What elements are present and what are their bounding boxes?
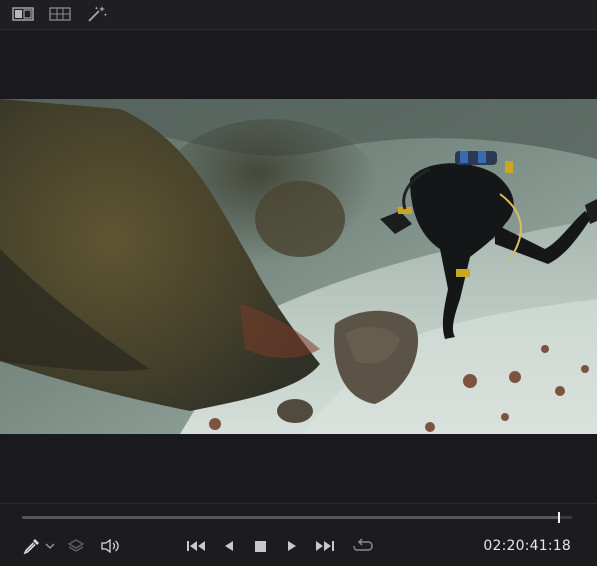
single-viewer-icon — [12, 7, 34, 21]
layers-icon — [67, 539, 85, 552]
magic-wand-icon — [88, 6, 108, 22]
scrubber-progress — [22, 516, 559, 519]
skip-forward-icon — [316, 541, 334, 551]
play-icon — [288, 541, 296, 551]
play-button[interactable] — [283, 537, 301, 555]
timeline-scrubber[interactable] — [22, 512, 572, 523]
go-to-end-button[interactable] — [312, 537, 338, 555]
transport-controls: 02:20:41:18 — [0, 503, 597, 566]
eyedropper-dropdown[interactable] — [44, 537, 56, 555]
speaker-icon — [101, 538, 119, 554]
split-viewer-button[interactable] — [48, 4, 72, 24]
go-to-start-button[interactable] — [184, 537, 208, 555]
magic-wand-button[interactable] — [85, 4, 109, 24]
eyedropper-button[interactable] — [22, 537, 42, 555]
timecode-display: 02:20:41:18 — [483, 538, 571, 554]
stop-button[interactable] — [251, 537, 269, 555]
loop-button[interactable] — [351, 537, 375, 555]
layers-button[interactable] — [66, 537, 86, 555]
volume-button[interactable] — [99, 537, 121, 555]
viewer-toolbar — [0, 0, 597, 30]
split-viewer-icon — [49, 7, 71, 21]
eyedropper-icon — [23, 539, 39, 555]
play-reverse-button[interactable] — [220, 537, 238, 555]
chevron-down-icon — [45, 543, 55, 549]
playhead-handle[interactable] — [557, 512, 560, 523]
underwater-scene-image — [0, 99, 597, 434]
skip-back-icon — [187, 541, 205, 551]
step-back-icon — [225, 541, 233, 551]
stop-icon — [255, 541, 266, 552]
loop-icon — [353, 538, 373, 551]
video-frame[interactable] — [0, 99, 597, 434]
single-viewer-button[interactable] — [11, 4, 35, 24]
